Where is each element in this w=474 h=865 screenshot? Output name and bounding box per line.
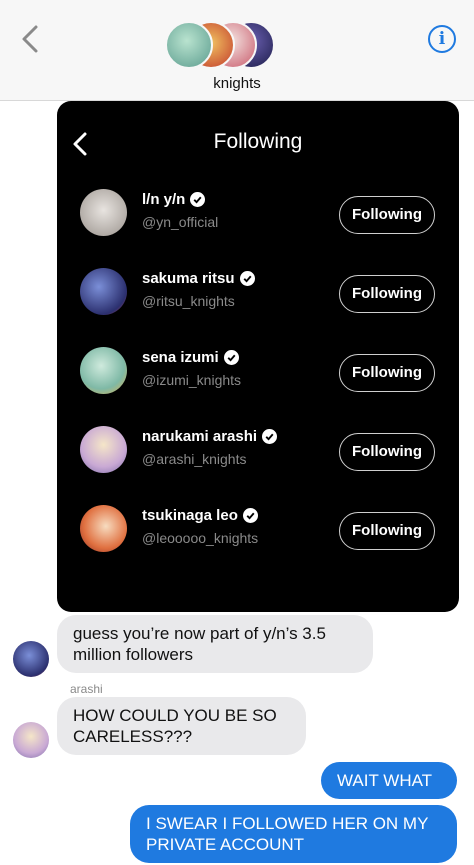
chevron-left-icon[interactable] [18, 24, 44, 54]
message-bubble[interactable]: guess you’re now part of y/n’s 3.5 milli… [57, 615, 373, 673]
group-avatar-stack[interactable] [165, 21, 275, 71]
following-button[interactable]: Following [339, 196, 435, 234]
following-button[interactable]: Following [339, 354, 435, 392]
verified-badge-icon [239, 271, 255, 286]
card-title: Following [213, 130, 303, 153]
following-list-card: Following l/n y/n @yn_official Following… [57, 101, 459, 612]
account-handle: @leooooo_knights [142, 530, 259, 546]
verified-badge-icon [223, 350, 239, 365]
verified-badge-icon [190, 192, 206, 207]
account-handle: @yn_official [142, 214, 219, 230]
account-handle: @arashi_knights [142, 451, 247, 467]
sender-name: arashi [70, 682, 103, 696]
avatar[interactable] [80, 268, 127, 315]
following-button[interactable]: Following [339, 512, 435, 550]
avatar[interactable] [80, 189, 127, 236]
message-bubble[interactable]: WAIT WHAT [321, 762, 457, 799]
account-name: narukami arashi [142, 428, 258, 445]
avatar[interactable] [80, 347, 127, 394]
following-row[interactable]: tsukinaga leo @leooooo_knights Following [57, 500, 459, 560]
info-icon[interactable]: i [428, 25, 456, 53]
group-name[interactable]: knights [0, 75, 474, 92]
following-row[interactable]: sena izumi @izumi_knights Following [57, 342, 459, 402]
following-button[interactable]: Following [339, 433, 435, 471]
account-name: tsukinaga leo [142, 507, 238, 524]
account-name: sakuma ritsu [142, 270, 235, 287]
message-bubble[interactable]: I SWEAR I FOLLOWED HER ON MY PRIVATE ACC… [130, 805, 457, 863]
account-handle: @ritsu_knights [142, 293, 235, 309]
avatar[interactable] [80, 505, 127, 552]
account-name: l/n y/n [142, 191, 186, 208]
following-row[interactable]: narukami arashi @arashi_knights Followin… [57, 421, 459, 481]
avatar[interactable] [13, 641, 49, 677]
avatar[interactable] [80, 426, 127, 473]
message-bubble[interactable]: HOW COULD YOU BE SO CARELESS??? [57, 697, 306, 755]
following-button[interactable]: Following [339, 275, 435, 313]
account-name: sena izumi [142, 349, 219, 366]
verified-badge-icon [242, 508, 258, 523]
verified-badge-icon [262, 429, 278, 444]
chat-header: knights i [0, 0, 474, 101]
avatar [165, 21, 213, 69]
following-row[interactable]: l/n y/n @yn_official Following [57, 184, 459, 244]
account-handle: @izumi_knights [142, 372, 242, 388]
avatar[interactable] [13, 722, 49, 758]
following-row[interactable]: sakuma ritsu @ritsu_knights Following [57, 263, 459, 323]
